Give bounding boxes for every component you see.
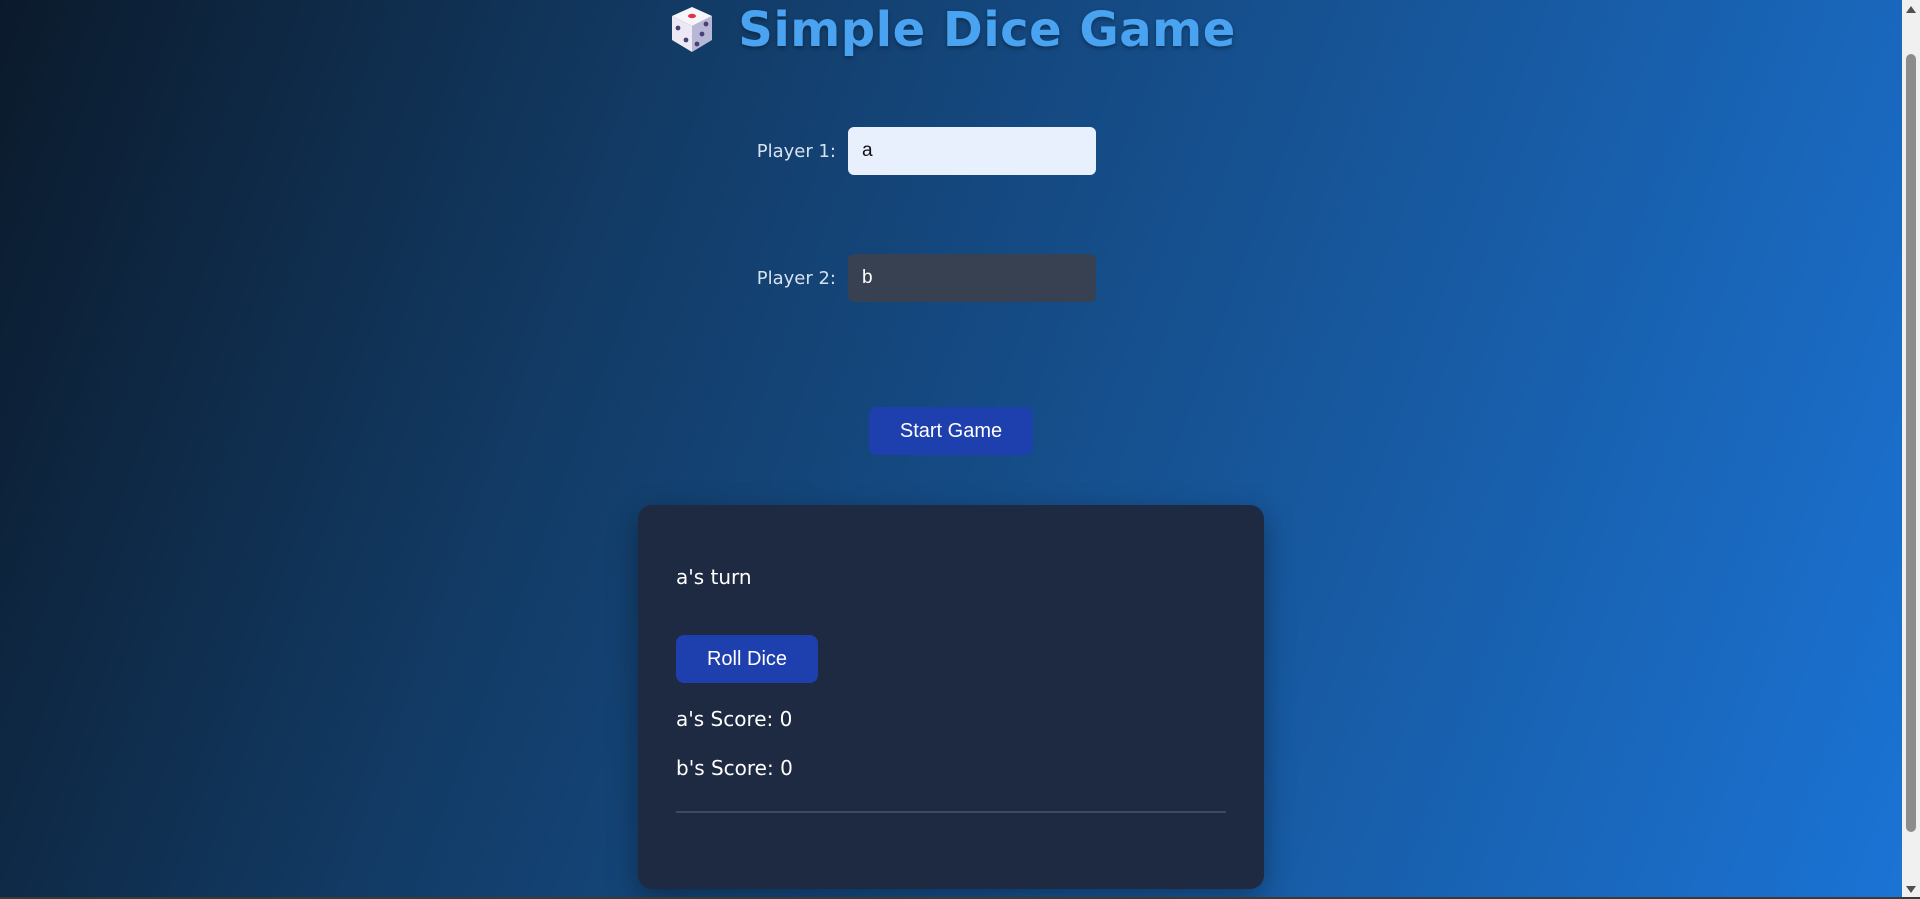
scroll-down-icon[interactable] bbox=[1906, 886, 1916, 893]
player2-score: b's Score: 0 bbox=[676, 756, 793, 780]
dice-icon bbox=[666, 4, 718, 56]
player1-score: a's Score: 0 bbox=[676, 707, 793, 731]
player1-input[interactable] bbox=[848, 127, 1096, 175]
page: Simple Dice Game Player 1: Player 2: Sta… bbox=[0, 0, 1902, 899]
roll-dice-button[interactable]: Roll Dice bbox=[676, 635, 818, 683]
player1-label: Player 1: bbox=[756, 140, 836, 162]
turn-indicator: a's turn bbox=[676, 565, 752, 589]
start-game-button[interactable]: Start Game bbox=[869, 407, 1033, 455]
divider bbox=[676, 811, 1226, 813]
player2-label: Player 2: bbox=[756, 267, 836, 289]
player1-row: Player 1: bbox=[0, 127, 1902, 175]
vertical-scrollbar[interactable] bbox=[1902, 0, 1920, 899]
scroll-up-icon[interactable] bbox=[1906, 6, 1916, 13]
scroll-thumb[interactable] bbox=[1906, 54, 1916, 832]
game-panel: a's turn Roll Dice a's Score: 0 b's Scor… bbox=[638, 505, 1264, 889]
header: Simple Dice Game bbox=[0, 2, 1902, 58]
player2-row: Player 2: bbox=[0, 254, 1902, 302]
page-title: Simple Dice Game bbox=[738, 2, 1236, 58]
player2-input[interactable] bbox=[848, 254, 1096, 302]
